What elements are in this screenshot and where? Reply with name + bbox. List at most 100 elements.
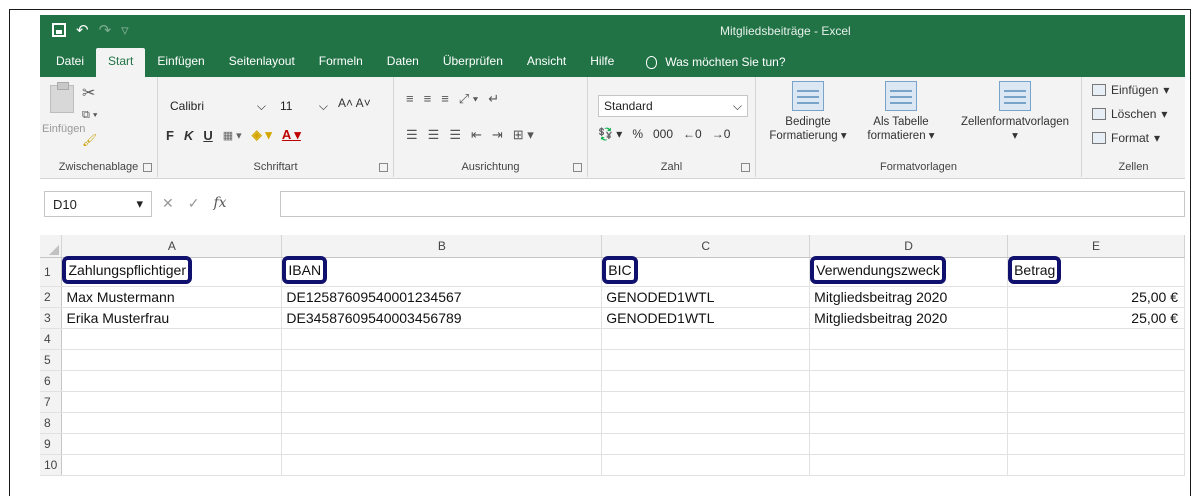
cell[interactable]: Erika Musterfrau <box>61 307 283 329</box>
decrease-indent-icon[interactable]: ⇤ <box>471 127 482 143</box>
row-header[interactable]: 8 <box>40 412 63 434</box>
cell[interactable] <box>1007 349 1185 371</box>
percent-button[interactable]: % <box>632 127 643 141</box>
cell[interactable] <box>1007 433 1185 455</box>
tab-formeln[interactable]: Formeln <box>307 48 375 77</box>
insert-function-icon[interactable]: fx <box>213 195 226 212</box>
cell[interactable] <box>809 370 1009 392</box>
tab-ansicht[interactable]: Ansicht <box>515 48 578 77</box>
cut-icon[interactable]: ✂ <box>82 83 95 103</box>
cell[interactable] <box>61 370 283 392</box>
cell[interactable] <box>809 391 1009 413</box>
tab-datei[interactable]: Datei <box>44 48 96 77</box>
cell[interactable]: IBAN <box>281 255 603 287</box>
column-header[interactable]: A <box>61 235 283 258</box>
increase-indent-icon[interactable]: ⇥ <box>492 127 503 143</box>
cell[interactable]: Verwendungszweck <box>809 255 1009 287</box>
row-header[interactable]: 3 <box>40 307 63 329</box>
tab-einfuegen[interactable]: Einfügen <box>145 48 216 77</box>
bold-button[interactable]: F <box>166 128 174 143</box>
row-header[interactable]: 5 <box>40 349 63 371</box>
cell[interactable]: Zahlungspflichtiger <box>61 255 283 287</box>
align-top-icon[interactable]: ≡ <box>406 91 414 107</box>
tab-daten[interactable]: Daten <box>375 48 431 77</box>
save-icon[interactable] <box>52 23 66 37</box>
cell[interactable] <box>809 412 1009 434</box>
tell-me-box[interactable]: Was möchten Sie tun? <box>626 48 797 77</box>
border-icon[interactable]: ▦ ▾ <box>223 129 242 142</box>
align-middle-icon[interactable]: ≡ <box>424 91 432 107</box>
cell[interactable] <box>61 391 283 413</box>
number-launcher-icon[interactable] <box>741 163 750 172</box>
decrease-decimal-icon[interactable]: →0 <box>712 127 731 141</box>
row-header[interactable]: 1 <box>40 257 63 287</box>
cell[interactable] <box>601 370 811 392</box>
cell[interactable]: BIC <box>601 255 811 287</box>
alignment-launcher-icon[interactable] <box>573 163 582 172</box>
tab-seitenlayout[interactable]: Seitenlayout <box>217 48 307 77</box>
cancel-icon[interactable]: ✕ <box>162 195 174 212</box>
cell[interactable] <box>281 391 603 413</box>
font-name-select[interactable]: Calibri ⌵ <box>166 95 270 117</box>
cell[interactable]: DE12587609540001234567 <box>281 286 603 308</box>
cell[interactable] <box>809 349 1009 371</box>
format-cells-button[interactable]: Format ▾ <box>1092 131 1160 145</box>
insert-cells-button[interactable]: Einfügen ▾ <box>1092 83 1169 97</box>
row-header[interactable]: 4 <box>40 328 63 350</box>
clipboard-launcher-icon[interactable] <box>143 163 152 172</box>
cell[interactable] <box>809 328 1009 350</box>
copy-icon[interactable]: ⧉ ▾ <box>82 109 98 122</box>
font-grow-shrink-icon[interactable]: A˄ A˅ <box>338 96 371 110</box>
cell[interactable] <box>61 328 283 350</box>
merge-cells-icon[interactable]: ⊞ ▾ <box>513 127 534 143</box>
underline-button[interactable]: U <box>203 128 212 143</box>
format-as-table-button[interactable]: Als Tabelle formatieren ▾ <box>856 81 946 143</box>
row-header[interactable]: 9 <box>40 433 63 455</box>
cell[interactable] <box>601 391 811 413</box>
column-header[interactable]: B <box>281 235 603 258</box>
number-format-select[interactable]: Standard ⌵ <box>598 95 748 117</box>
cell[interactable]: Betrag <box>1007 255 1185 287</box>
cell-styles-button[interactable]: Zellenformatvorlagen ▾ <box>952 81 1078 143</box>
row-header[interactable]: 6 <box>40 370 63 392</box>
column-header[interactable]: D <box>809 235 1009 258</box>
format-painter-icon[interactable]: 🖌 <box>82 133 97 147</box>
fill-color-icon[interactable]: ◈ ▾ <box>252 127 272 143</box>
tab-ueberpruefen[interactable]: Überprüfen <box>431 48 515 77</box>
cell[interactable] <box>281 433 603 455</box>
undo-icon[interactable]: ↶ <box>76 21 89 39</box>
paste-icon[interactable] <box>50 82 74 113</box>
cell[interactable] <box>809 454 1009 476</box>
cell[interactable] <box>281 454 603 476</box>
confirm-icon[interactable]: ✓ <box>188 195 200 212</box>
cell[interactable]: Mitgliedsbeitrag 2020 <box>809 307 1009 329</box>
cell[interactable] <box>1007 412 1185 434</box>
cell[interactable] <box>601 328 811 350</box>
currency-icon[interactable]: 💱 ▾ <box>598 127 622 141</box>
font-color-icon[interactable]: A ▾ <box>282 127 301 143</box>
paste-label[interactable]: Einfügen <box>42 123 85 135</box>
wrap-text-icon[interactable]: ↵ <box>488 91 499 107</box>
column-header[interactable]: E <box>1007 235 1185 258</box>
delete-cells-button[interactable]: Löschen ▾ <box>1092 107 1167 121</box>
conditional-formatting-button[interactable]: Bedingte Formatierung ▾ <box>762 81 854 143</box>
column-header[interactable]: C <box>601 235 811 258</box>
row-header[interactable]: 10 <box>40 454 63 476</box>
cell[interactable] <box>601 412 811 434</box>
cell[interactable] <box>1007 391 1185 413</box>
cell[interactable] <box>1007 454 1185 476</box>
cell[interactable] <box>281 412 603 434</box>
align-center-icon[interactable]: ☰ <box>428 127 440 143</box>
cell[interactable] <box>61 454 283 476</box>
select-all-corner[interactable] <box>40 235 63 258</box>
row-header[interactable]: 2 <box>40 286 63 308</box>
cell[interactable] <box>601 349 811 371</box>
cell[interactable]: Mitgliedsbeitrag 2020 <box>809 286 1009 308</box>
font-size-select[interactable]: 11 ⌵ <box>276 95 332 117</box>
cell[interactable] <box>809 433 1009 455</box>
increase-decimal-icon[interactable]: ←0 <box>683 127 702 141</box>
cell[interactable] <box>281 328 603 350</box>
row-header[interactable]: 7 <box>40 391 63 413</box>
font-launcher-icon[interactable] <box>379 163 388 172</box>
cell[interactable]: GENODED1WTL <box>601 307 811 329</box>
